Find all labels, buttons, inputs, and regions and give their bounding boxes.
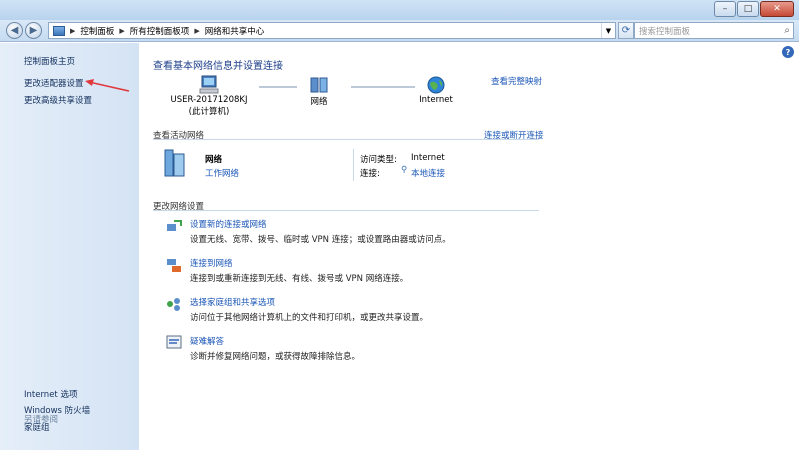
- node-internet[interactable]: Internet: [413, 75, 459, 105]
- search-icon: ⌕: [784, 25, 790, 36]
- back-arrow-icon: ◀: [10, 25, 19, 36]
- help-icon[interactable]: ?: [782, 46, 794, 58]
- internet-label: Internet: [419, 95, 453, 105]
- connection-label: 连接:: [360, 169, 380, 179]
- connector-line: [259, 86, 297, 88]
- network-icon: [310, 77, 328, 93]
- control-panel-icon: [53, 25, 65, 36]
- chevron-down-icon[interactable]: ▼: [601, 23, 615, 38]
- forward-arrow-icon: ▶: [29, 25, 38, 36]
- task-homegroup-link[interactable]: 选择家庭组和共享选项: [190, 296, 275, 308]
- network-type-link[interactable]: 工作网络: [205, 167, 239, 179]
- annotation-arrow-icon: [85, 79, 130, 92]
- chevron-right-icon[interactable]: ▶: [192, 27, 201, 35]
- full-map-link[interactable]: 查看完整映射: [491, 75, 542, 87]
- sidebar: 控制面板主页 更改适配器设置 更改高级共享设置 另请参阅 Internet 选项…: [0, 43, 139, 450]
- search-input[interactable]: 搜索控制面板 ⌕: [634, 22, 794, 39]
- divider: [153, 139, 539, 140]
- breadcrumb-all-items[interactable]: 所有控制面板项: [127, 25, 193, 37]
- page-title: 查看基本网络信息并设置连接: [153, 61, 283, 72]
- computer-icon: [199, 75, 219, 94]
- maximize-button[interactable]: □: [737, 1, 759, 17]
- connect-network-icon: [167, 259, 181, 272]
- troubleshoot-icon: [166, 335, 182, 349]
- node-network[interactable]: 网络: [299, 75, 339, 107]
- breadcrumb-network-center[interactable]: 网络和共享中心: [202, 25, 268, 37]
- address-toolbar: ◀ ▶ ▶ 控制面板 ▶ 所有控制面板项 ▶ 网络和共享中心 ▼ ⟳ 搜索控制面…: [0, 20, 799, 42]
- network-label: 网络: [310, 97, 328, 107]
- chevron-right-icon[interactable]: ▶: [68, 27, 77, 35]
- divider: [353, 149, 354, 181]
- close-button[interactable]: ✕: [760, 1, 794, 17]
- task-new-connection-desc: 设置无线、宽带、拨号、临时或 VPN 连接；或设置路由器或访问点。: [190, 235, 451, 245]
- breadcrumb-control-panel[interactable]: 控制面板: [77, 25, 117, 37]
- access-type-label: 访问类型:: [360, 155, 397, 165]
- task-connect-network-link[interactable]: 连接到网络: [190, 257, 233, 269]
- access-type-value: Internet: [411, 153, 445, 163]
- forward-button[interactable]: ▶: [25, 22, 42, 39]
- task-troubleshoot-desc: 诊断并修复网络问题，或获得故障排除信息。: [190, 352, 361, 362]
- network-building-icon: [164, 149, 185, 177]
- active-network-name: 网络: [205, 155, 223, 165]
- computer-name: USER-20171208KJ: [170, 95, 248, 105]
- sidebar-item-home[interactable]: 控制面板主页: [24, 55, 75, 67]
- chevron-right-icon[interactable]: ▶: [117, 27, 126, 35]
- sidebar-item-advanced-sharing[interactable]: 更改高级共享设置: [24, 94, 92, 106]
- refresh-icon: ⟳: [621, 25, 631, 36]
- task-connect-network-desc: 连接到或重新连接到无线、有线、拨号或 VPN 网络连接。: [190, 274, 409, 284]
- address-bar[interactable]: ▶ 控制面板 ▶ 所有控制面板项 ▶ 网络和共享中心 ▼: [48, 22, 616, 39]
- task-new-connection-link[interactable]: 设置新的连接或网络: [190, 218, 267, 230]
- minimize-button[interactable]: –: [714, 1, 736, 17]
- search-placeholder: 搜索控制面板: [639, 26, 691, 37]
- local-connection-link[interactable]: 本地连接: [411, 167, 445, 179]
- ethernet-icon: ⚲: [401, 165, 408, 175]
- sidebar-item-adapter-settings[interactable]: 更改适配器设置: [24, 77, 84, 89]
- see-also-internet-options[interactable]: Internet 选项: [24, 388, 77, 400]
- new-connection-icon: [167, 220, 182, 231]
- computer-sub: (此计算机): [188, 107, 230, 117]
- homegroup-icon: [167, 298, 180, 311]
- globe-icon: [427, 76, 445, 94]
- node-computer[interactable]: USER-20171208KJ (此计算机): [159, 75, 259, 117]
- see-also-firewall[interactable]: Windows 防火墙: [24, 404, 90, 416]
- task-troubleshoot-link[interactable]: 疑难解答: [190, 335, 224, 347]
- see-also-homegroup[interactable]: 家庭组: [24, 421, 50, 433]
- connector-line: [351, 86, 415, 88]
- task-homegroup-desc: 访问位于其他网络计算机上的文件和打印机，或更改共享设置。: [190, 313, 429, 323]
- divider: [153, 210, 539, 211]
- window-title-bar: – □ ✕: [0, 0, 799, 20]
- back-button[interactable]: ◀: [6, 22, 23, 39]
- main-panel: ? 查看基本网络信息并设置连接 查看完整映射 USER-20171208KJ (…: [139, 43, 799, 450]
- refresh-button[interactable]: ⟳: [618, 22, 634, 39]
